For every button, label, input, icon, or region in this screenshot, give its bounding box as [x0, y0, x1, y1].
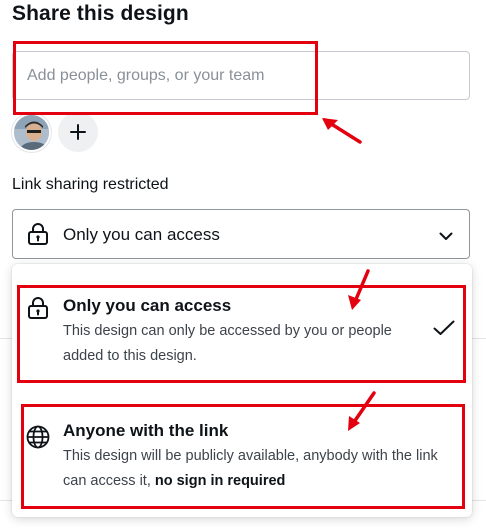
chevron-down-icon — [439, 228, 453, 246]
annotation-highlight-box — [17, 285, 466, 383]
background-divider — [472, 500, 486, 501]
page-title: Share this design — [12, 2, 189, 25]
annotation-arrow — [348, 269, 370, 310]
annotation-highlight-box — [13, 41, 318, 115]
background-divider — [472, 338, 486, 339]
annotation-arrow — [322, 118, 362, 144]
avatar-photo — [14, 115, 49, 150]
annotation-arrow — [348, 391, 376, 431]
user-avatar[interactable] — [12, 113, 51, 152]
selected-access-value: Only you can access — [63, 225, 220, 244]
add-person-button[interactable] — [58, 112, 98, 152]
access-level-select[interactable]: Only you can access — [12, 209, 470, 259]
annotation-highlight-box — [21, 404, 465, 509]
background-divider — [0, 500, 12, 501]
link-sharing-label: Link sharing restricted — [12, 176, 169, 193]
lock-icon — [27, 222, 49, 251]
plus-icon — [70, 124, 86, 140]
background-divider — [0, 338, 12, 339]
